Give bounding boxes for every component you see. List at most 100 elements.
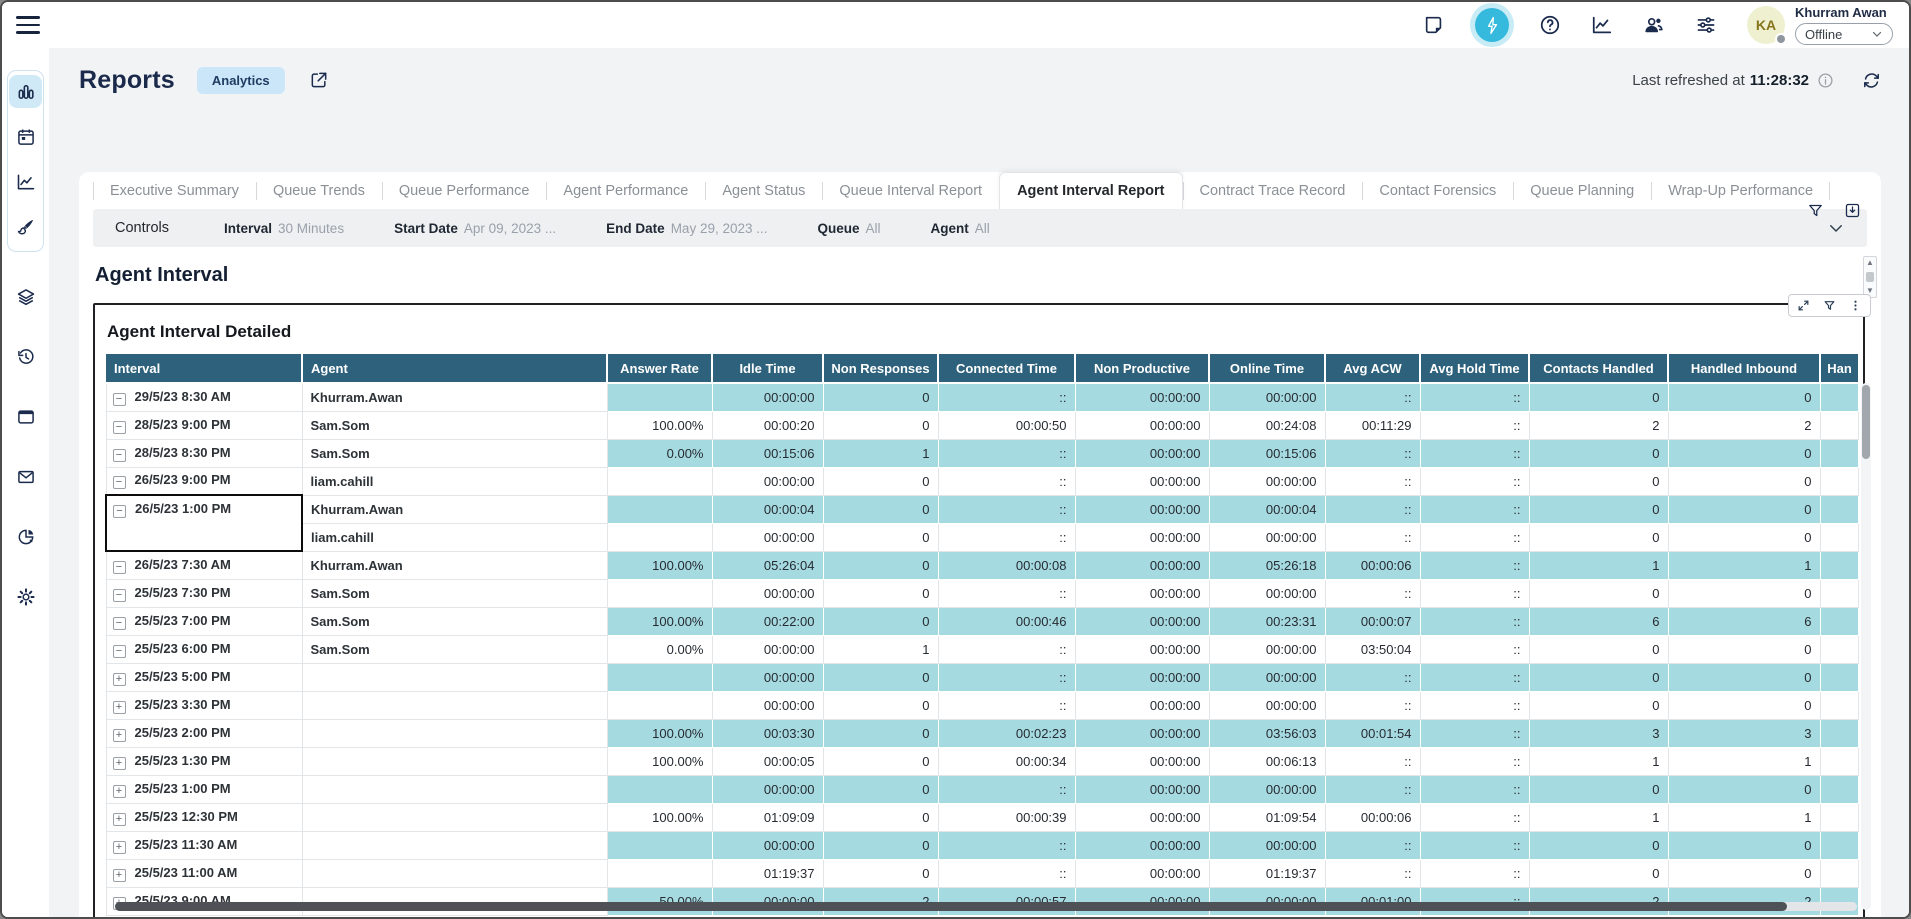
metric-cell[interactable]: 0 xyxy=(1668,775,1820,803)
agent-cell[interactable]: liam.cahill xyxy=(302,523,607,551)
metric-cell[interactable]: 00:00:08 xyxy=(938,551,1075,579)
metric-cell[interactable]: 0 xyxy=(1529,439,1668,467)
table-horizontal-scrollbar[interactable] xyxy=(115,902,1857,911)
metric-cell[interactable]: 2 xyxy=(1529,411,1668,439)
metric-cell[interactable]: 00:00:04 xyxy=(712,495,823,523)
sidebar-item-gear-icon[interactable] xyxy=(9,580,42,613)
metric-cell[interactable]: 00:22:00 xyxy=(712,607,823,635)
column-header[interactable]: Online Time xyxy=(1209,354,1325,383)
metric-cell[interactable]: 0 xyxy=(1529,859,1668,887)
metric-cell[interactable]: 00:00:20 xyxy=(712,411,823,439)
metric-cell[interactable] xyxy=(607,859,712,887)
metric-cell[interactable]: :: xyxy=(938,467,1075,495)
tab-contract-trace-record[interactable]: Contract Trace Record xyxy=(1183,173,1363,209)
metric-cell[interactable]: 3 xyxy=(1668,719,1820,747)
metric-cell[interactable]: :: xyxy=(1325,495,1420,523)
metric-cell[interactable] xyxy=(607,691,712,719)
metric-cell[interactable] xyxy=(1820,579,1858,607)
metric-cell[interactable] xyxy=(1820,803,1858,831)
metric-cell[interactable]: 100.00% xyxy=(607,719,712,747)
metric-cell[interactable]: 00:00:00 xyxy=(1075,803,1209,831)
collapse-icon[interactable]: − xyxy=(113,449,126,462)
metric-cell[interactable]: 0 xyxy=(1529,495,1668,523)
expand-icon[interactable]: + xyxy=(113,673,126,686)
metric-cell[interactable]: 00:00:00 xyxy=(1209,775,1325,803)
agent-cell[interactable] xyxy=(302,719,607,747)
column-header[interactable]: Non Responses xyxy=(823,354,938,383)
metric-cell[interactable]: 0 xyxy=(1529,383,1668,411)
collapse-icon[interactable]: − xyxy=(113,393,126,406)
scroll-thumb[interactable] xyxy=(1862,385,1870,459)
metric-cell[interactable] xyxy=(1820,775,1858,803)
metric-cell[interactable]: :: xyxy=(1420,495,1529,523)
metric-cell[interactable]: 05:26:18 xyxy=(1209,551,1325,579)
collapse-icon[interactable]: − xyxy=(113,505,126,518)
metric-cell[interactable]: 00:00:00 xyxy=(1209,383,1325,411)
metric-cell[interactable]: 00:00:00 xyxy=(1075,775,1209,803)
metric-cell[interactable]: 00:00:00 xyxy=(712,831,823,859)
tab-agent-performance[interactable]: Agent Performance xyxy=(546,173,705,209)
metric-cell[interactable]: 00:00:00 xyxy=(1209,663,1325,691)
metric-cell[interactable]: :: xyxy=(1420,467,1529,495)
interval-cell[interactable]: +25/5/23 12:30 PM xyxy=(106,803,302,831)
metric-cell[interactable]: 0 xyxy=(1529,663,1668,691)
metric-cell[interactable]: 100.00% xyxy=(607,747,712,775)
interval-cell[interactable]: −26/5/23 7:30 AM xyxy=(106,551,302,579)
metric-cell[interactable]: 1 xyxy=(1529,803,1668,831)
metric-cell[interactable]: 0 xyxy=(823,551,938,579)
metric-cell[interactable]: 01:09:54 xyxy=(1209,803,1325,831)
metric-cell[interactable]: 0 xyxy=(1668,831,1820,859)
sidebar-item-brush-icon[interactable] xyxy=(9,210,42,243)
lightning-icon[interactable] xyxy=(1475,8,1509,42)
metric-cell[interactable]: 100.00% xyxy=(607,803,712,831)
metric-cell[interactable] xyxy=(1820,663,1858,691)
expand-icon[interactable]: + xyxy=(113,785,126,798)
collapse-icon[interactable]: − xyxy=(113,561,126,574)
metric-cell[interactable]: 0.00% xyxy=(607,635,712,663)
metric-cell[interactable]: :: xyxy=(1325,775,1420,803)
metric-cell[interactable]: 00:00:00 xyxy=(712,579,823,607)
metric-cell[interactable]: :: xyxy=(938,495,1075,523)
metric-cell[interactable]: 100.00% xyxy=(607,411,712,439)
metric-cell[interactable]: 00:15:06 xyxy=(1209,439,1325,467)
agent-cell[interactable]: Khurram.Awan xyxy=(302,551,607,579)
tab-contact-forensics[interactable]: Contact Forensics xyxy=(1362,173,1513,209)
metric-cell[interactable]: 00:11:29 xyxy=(1325,411,1420,439)
expand-icon[interactable] xyxy=(1797,299,1810,312)
metric-cell[interactable]: 00:01:54 xyxy=(1325,719,1420,747)
interval-cell[interactable]: −28/5/23 8:30 PM xyxy=(106,439,302,467)
metric-cell[interactable]: 00:00:00 xyxy=(1075,635,1209,663)
agent-cell[interactable] xyxy=(302,803,607,831)
note-icon[interactable] xyxy=(1423,14,1445,36)
metric-cell[interactable]: :: xyxy=(938,383,1075,411)
agent-cell[interactable] xyxy=(302,859,607,887)
line-chart-icon[interactable] xyxy=(1591,14,1613,36)
agent-cell[interactable] xyxy=(302,663,607,691)
metric-cell[interactable]: 2 xyxy=(1668,411,1820,439)
interval-cell[interactable]: −26/5/23 1:00 PM xyxy=(106,495,302,523)
metric-cell[interactable]: 00:00:00 xyxy=(1075,607,1209,635)
metric-cell[interactable]: 00:00:00 xyxy=(712,383,823,411)
metric-cell[interactable]: 1 xyxy=(823,635,938,663)
metric-cell[interactable]: :: xyxy=(1420,803,1529,831)
metric-cell[interactable]: 00:00:00 xyxy=(1075,691,1209,719)
sliders-icon[interactable] xyxy=(1695,14,1717,36)
metric-cell[interactable]: 0.00% xyxy=(607,439,712,467)
agent-cell[interactable]: Khurram.Awan xyxy=(302,495,607,523)
metric-cell[interactable]: :: xyxy=(1420,719,1529,747)
metric-cell[interactable]: 100.00% xyxy=(607,551,712,579)
column-header[interactable]: Contacts Handled xyxy=(1529,354,1668,383)
metric-cell[interactable]: :: xyxy=(1420,383,1529,411)
metric-cell[interactable]: 00:00:06 xyxy=(1325,551,1420,579)
collapse-icon[interactable]: − xyxy=(113,589,126,602)
collapse-icon[interactable]: − xyxy=(113,421,126,434)
interval-cell[interactable]: +25/5/23 5:00 PM xyxy=(106,663,302,691)
metric-cell[interactable]: :: xyxy=(1325,663,1420,691)
metric-cell[interactable] xyxy=(1820,859,1858,887)
filter-icon[interactable] xyxy=(1823,299,1836,312)
column-header[interactable]: Idle Time xyxy=(712,354,823,383)
control-queue[interactable]: QueueAll xyxy=(818,221,881,236)
metric-cell[interactable]: 00:00:00 xyxy=(1075,467,1209,495)
agent-cell[interactable] xyxy=(302,775,607,803)
metric-cell[interactable]: 00:00:00 xyxy=(1209,691,1325,719)
